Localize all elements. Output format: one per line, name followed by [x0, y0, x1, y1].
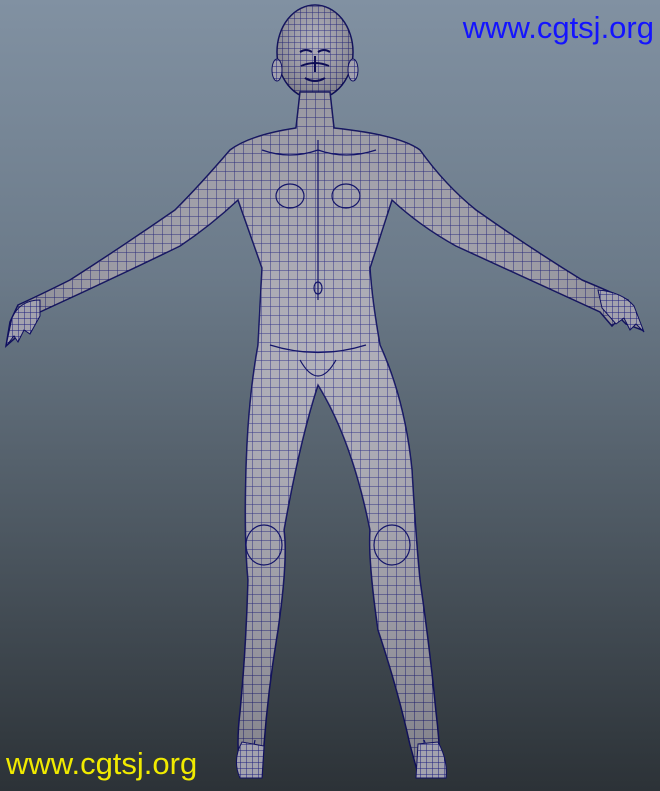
- left-foot-mesh: [236, 741, 265, 779]
- right-foot-mesh: [415, 741, 447, 779]
- body-mesh: [4, 4, 645, 779]
- watermark-bottom: www.cgtsj.org: [6, 746, 198, 781]
- maya-viewport[interactable]: www.cgtsj.org www.cgtsj.org: [0, 0, 660, 791]
- wireframe-human-model: [4, 4, 645, 779]
- watermark-top: www.cgtsj.org: [462, 10, 654, 45]
- right-hand-mesh: [597, 289, 645, 333]
- left-hand-mesh: [5, 299, 41, 347]
